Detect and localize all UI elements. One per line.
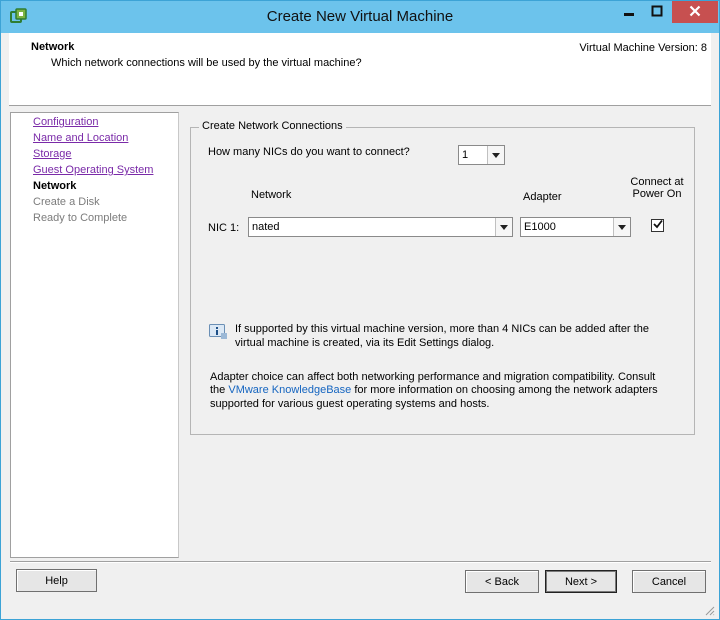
chevron-down-icon[interactable] [495, 218, 512, 236]
minimize-icon [623, 5, 635, 20]
chevron-down-icon[interactable] [487, 146, 504, 164]
sidebar-item-name-and-location[interactable]: Name and Location [33, 132, 128, 144]
close-button[interactable] [672, 1, 718, 23]
wizard-steps-sidebar: Configuration Name and Location Storage … [10, 112, 179, 558]
wizard-header: Network Which network connections will b… [9, 33, 711, 106]
nic-count-select[interactable]: 1 [458, 145, 505, 165]
nic1-adapter-value: E1000 [524, 221, 556, 233]
nic1-label: NIC 1: [208, 222, 240, 234]
wizard-window: Create New Virtual Machine Network Which… [0, 0, 720, 620]
sidebar-item-configuration[interactable]: Configuration [33, 116, 98, 128]
checkmark-icon [652, 219, 663, 232]
sidebar-item-storage[interactable]: Storage [33, 148, 72, 160]
info-text-line2: virtual machine is created, via its Edit… [235, 337, 495, 349]
nic1-network-select[interactable]: nated [248, 217, 513, 237]
adapter-column-header: Adapter [523, 191, 562, 203]
window-title: Create New Virtual Machine [266, 8, 454, 25]
connect-column-header-line2: Power On [632, 188, 682, 200]
chevron-down-icon[interactable] [613, 218, 630, 236]
note-text-line3: supported for various guest operating sy… [210, 398, 490, 410]
footer-divider [10, 561, 711, 563]
close-icon [689, 5, 701, 20]
nic1-network-value: nated [252, 221, 280, 233]
sidebar-item-create-disk: Create a Disk [33, 196, 100, 208]
next-button[interactable]: Next > [545, 570, 617, 593]
sidebar-item-guest-os[interactable]: Guest Operating System [33, 164, 153, 176]
info-text-line1: If supported by this virtual machine ver… [235, 323, 649, 335]
cancel-button[interactable]: Cancel [632, 570, 706, 593]
note-text-suffix: for more information on choosing among t… [354, 384, 658, 396]
nic-count-value: 1 [462, 149, 469, 161]
note-text-prefix: the [210, 384, 226, 396]
note-text-line1: Adapter choice can affect both networkin… [210, 371, 656, 383]
nic1-adapter-select[interactable]: E1000 [520, 217, 631, 237]
page-title: Network [31, 41, 75, 53]
nic-count-label: How many NICs do you want to connect? [208, 146, 410, 158]
page-subtitle: Which network connections will be used b… [51, 57, 362, 69]
group-title: Create Network Connections [199, 120, 346, 132]
note-text-line2: the VMware KnowledgeBase for more inform… [210, 383, 658, 397]
title-bar[interactable]: Create New Virtual Machine [1, 1, 719, 33]
maximize-button[interactable] [643, 1, 671, 23]
connect-column-header-line1: Connect at [630, 176, 684, 188]
network-column-header: Network [251, 189, 292, 201]
minimize-button[interactable] [615, 1, 643, 23]
maximize-icon [651, 5, 663, 20]
knowledgebase-link[interactable]: VMware KnowledgeBase [228, 384, 351, 396]
sidebar-item-network: Network [33, 180, 77, 192]
vm-version-label: Virtual Machine Version: 8 [579, 42, 707, 54]
help-button[interactable]: Help [16, 569, 97, 592]
back-button[interactable]: < Back [465, 570, 539, 593]
sidebar-item-ready-to-complete: Ready to Complete [33, 212, 128, 224]
resize-grip-icon[interactable] [703, 604, 715, 616]
info-icon [209, 324, 227, 339]
nic1-connect-checkbox[interactable] [651, 219, 664, 232]
